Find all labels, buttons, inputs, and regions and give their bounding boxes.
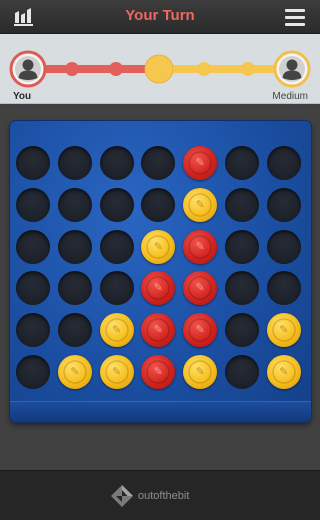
disc-emblem-icon: ✎ xyxy=(153,240,163,253)
yellow-disc: ✎ xyxy=(183,187,218,222)
disc-emblem-icon: ✎ xyxy=(195,240,205,253)
disc-emblem-icon: ✎ xyxy=(70,366,80,378)
progress-step-2 xyxy=(109,62,123,76)
empty-slot[interactable] xyxy=(225,146,259,180)
red-disc: ✎ xyxy=(183,271,218,306)
brand-name: outofthebit xyxy=(138,490,190,502)
red-disc: ✎ xyxy=(183,313,218,348)
disc-emblem-icon: ✎ xyxy=(111,324,122,337)
red-disc: ✎ xyxy=(183,146,218,180)
empty-slot[interactable] xyxy=(57,313,92,348)
empty-slot[interactable] xyxy=(57,187,92,222)
red-disc: ✎ xyxy=(141,271,176,306)
disc-emblem-icon: ✎ xyxy=(111,366,122,378)
empty-slot[interactable] xyxy=(16,355,50,389)
disc-emblem-icon: ✎ xyxy=(195,282,205,295)
empty-slot[interactable] xyxy=(225,355,259,389)
player-avatar[interactable] xyxy=(9,50,47,88)
empty-slot[interactable] xyxy=(266,271,301,306)
empty-slot[interactable] xyxy=(266,187,301,222)
empty-slot[interactable] xyxy=(225,313,259,348)
disc-emblem-icon: ✎ xyxy=(195,366,205,378)
connect-four-board[interactable]: ✎ ✎ ✎ ✎ ✎ ✎ ✎ ✎ ✎ ✎ ✎ ✎ ✎ ✎ ✎ xyxy=(10,121,311,422)
stats-icon[interactable] xyxy=(12,7,36,27)
empty-slot[interactable] xyxy=(141,146,176,180)
brand-logo: outofthebit xyxy=(110,484,189,508)
empty-slot[interactable] xyxy=(225,187,259,222)
board-base xyxy=(10,401,311,422)
yellow-disc: ✎ xyxy=(57,355,92,389)
disc-emblem-icon: ✎ xyxy=(153,324,163,337)
red-track-segment xyxy=(40,65,160,73)
top-bar: Your Turn xyxy=(0,0,320,34)
red-disc: ✎ xyxy=(141,355,176,389)
empty-slot[interactable] xyxy=(225,271,259,306)
opponent-name: Medium xyxy=(272,91,308,102)
empty-slot[interactable] xyxy=(57,271,92,306)
hamburger-menu-icon[interactable] xyxy=(284,7,306,27)
disc-emblem-icon: ✎ xyxy=(153,366,163,378)
yellow-disc: ✎ xyxy=(99,355,134,389)
progress-step-5 xyxy=(241,62,255,76)
red-disc: ✎ xyxy=(183,229,218,264)
yellow-disc: ✎ xyxy=(141,229,176,264)
yellow-disc: ✎ xyxy=(266,355,301,389)
yellow-disc: ✎ xyxy=(99,313,134,348)
yellow-track-segment xyxy=(158,65,278,73)
opponent-avatar[interactable] xyxy=(273,50,311,88)
disc-emblem-icon: ✎ xyxy=(279,324,289,337)
outofthebit-logo-icon xyxy=(111,485,133,507)
yellow-disc: ✎ xyxy=(266,313,301,348)
yellow-disc: ✎ xyxy=(183,355,218,389)
red-disc: ✎ xyxy=(141,313,176,348)
game-area: ✎ ✎ ✎ ✎ ✎ ✎ ✎ ✎ ✎ ✎ ✎ ✎ ✎ ✎ ✎ xyxy=(0,105,320,470)
disc-emblem-icon: ✎ xyxy=(195,157,205,169)
disc-emblem-icon: ✎ xyxy=(279,366,289,378)
empty-slot[interactable] xyxy=(99,146,134,180)
empty-slot[interactable] xyxy=(141,187,176,222)
disc-emblem-icon: ✎ xyxy=(195,324,205,337)
turn-status-title: Your Turn xyxy=(125,7,195,24)
empty-slot[interactable] xyxy=(99,271,134,306)
progress-step-1 xyxy=(65,62,79,76)
empty-slot[interactable] xyxy=(99,229,134,264)
disc-emblem-icon: ✎ xyxy=(195,198,205,211)
empty-slot[interactable] xyxy=(16,146,50,180)
empty-slot[interactable] xyxy=(16,229,50,264)
empty-slot[interactable] xyxy=(16,313,50,348)
progress-step-4 xyxy=(197,62,211,76)
empty-slot[interactable] xyxy=(266,229,301,264)
empty-slot[interactable] xyxy=(99,187,134,222)
footer: outofthebit xyxy=(0,470,320,520)
disc-emblem-icon: ✎ xyxy=(153,282,163,295)
empty-slot[interactable] xyxy=(16,187,50,222)
match-progress-bar: You Medium xyxy=(0,34,320,104)
empty-slot[interactable] xyxy=(266,146,301,180)
empty-slot[interactable] xyxy=(225,229,259,264)
empty-slot[interactable] xyxy=(57,229,92,264)
empty-slot[interactable] xyxy=(16,271,50,306)
progress-step-current xyxy=(144,54,174,84)
empty-slot[interactable] xyxy=(57,146,92,180)
player-name: You xyxy=(13,91,32,102)
